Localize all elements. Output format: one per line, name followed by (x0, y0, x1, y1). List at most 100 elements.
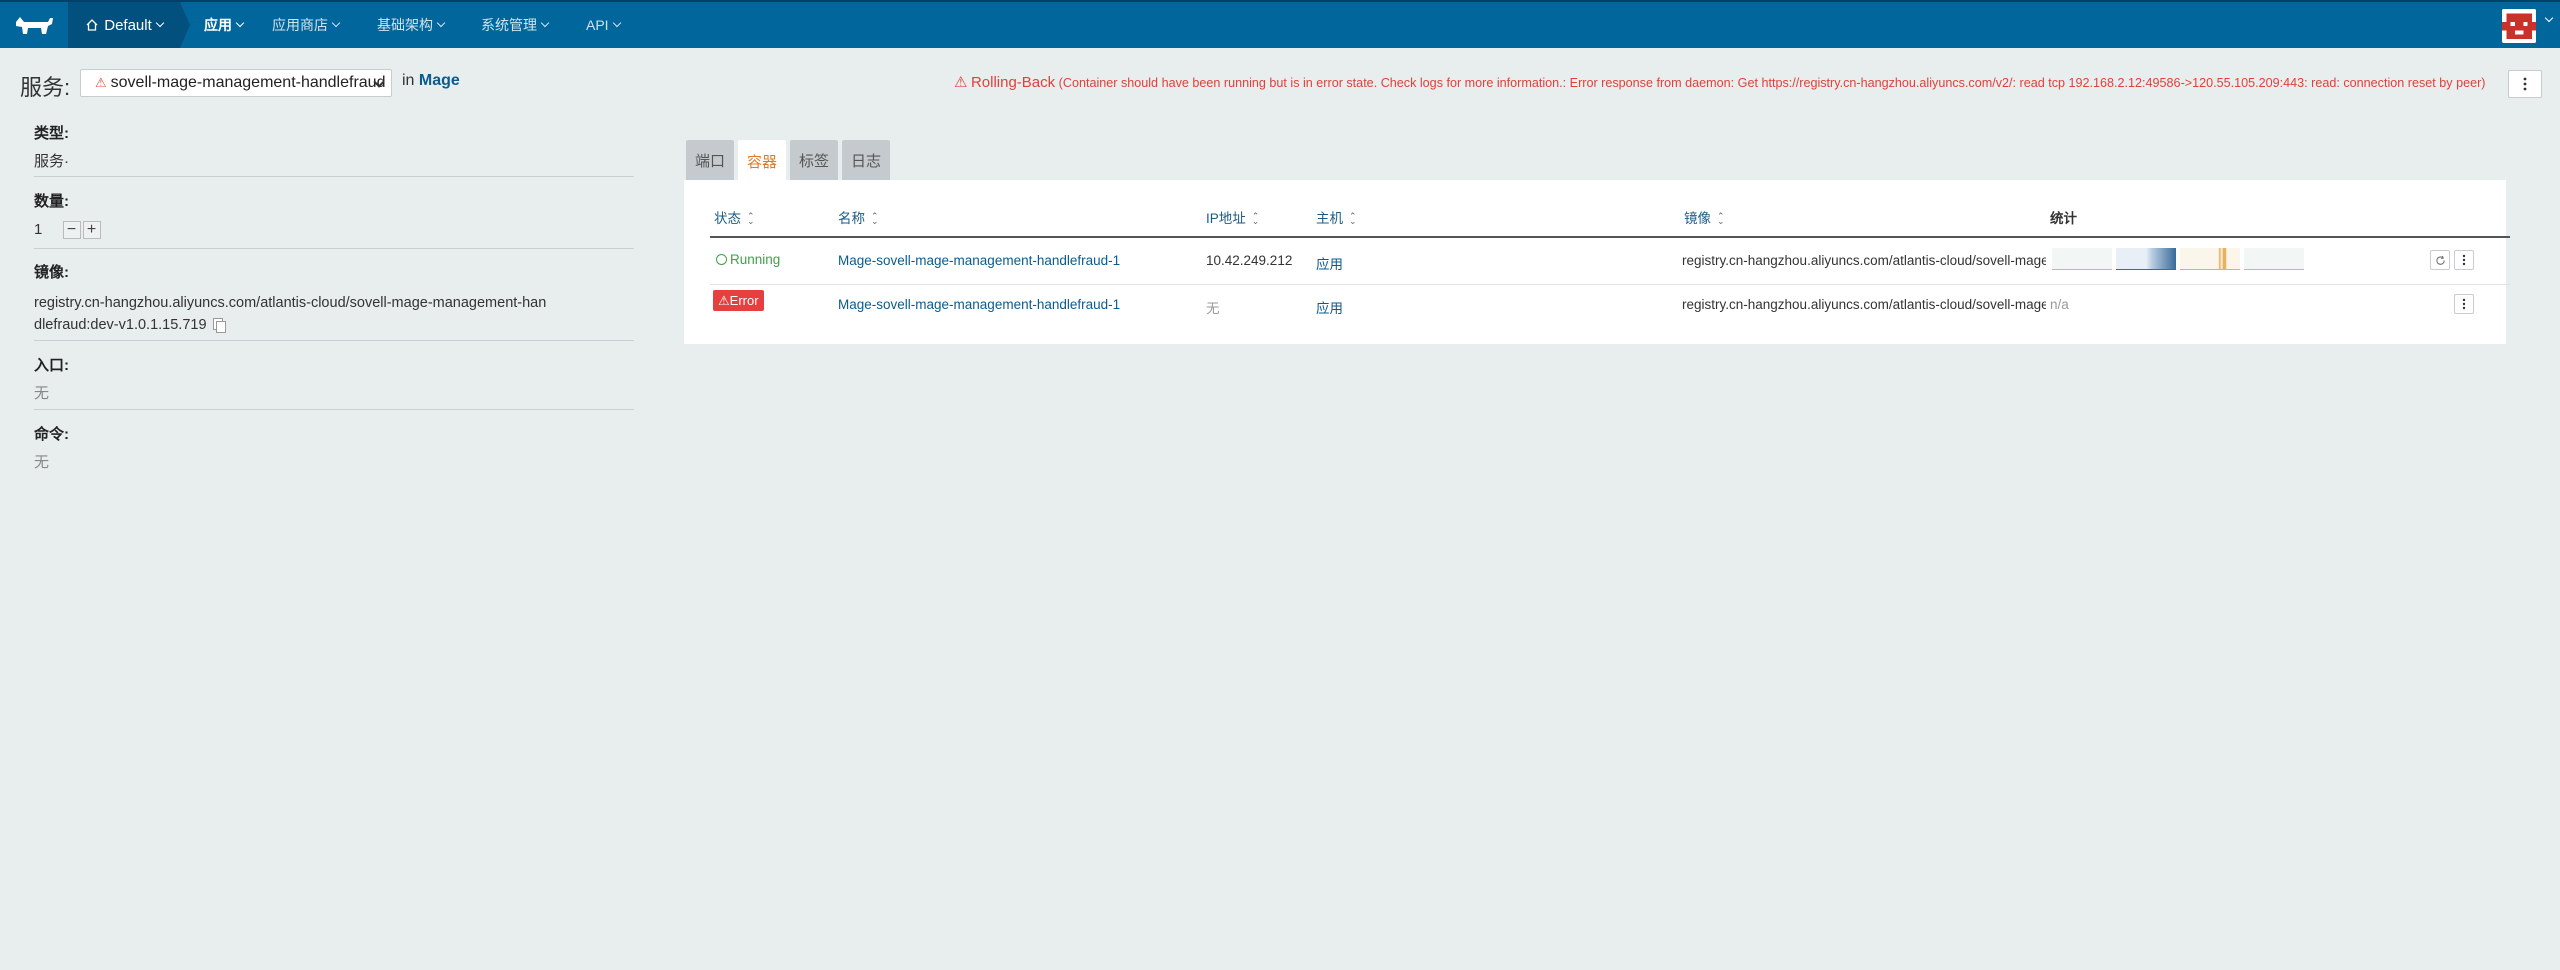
column-header-name[interactable]: 名称 ⌃ ⌄ (838, 207, 879, 227)
info-scale: 数量: 1 − + (34, 190, 634, 241)
tab-logs[interactable]: 日志 (842, 140, 890, 180)
chevron-down-icon (540, 18, 550, 28)
header-label: 主机 (1316, 211, 1343, 226)
column-header-state[interactable]: 状态 ⌃ ⌄ (714, 207, 755, 227)
user-avatar[interactable] (2502, 9, 2536, 43)
image-label: 镜像: (34, 264, 69, 281)
storage-sparkline (2244, 248, 2304, 270)
stack-link[interactable]: Mage (419, 72, 460, 89)
container-name-link[interactable]: Mage-sovell-mage-management-handlefraud-… (838, 253, 1120, 268)
divider (34, 176, 634, 177)
chevron-down-icon (436, 18, 446, 28)
info-command: 命令: 无 (34, 423, 634, 474)
sort-icon: ⌃ ⌄ (1349, 211, 1357, 227)
column-header-host[interactable]: 主机 ⌃ ⌄ (1316, 207, 1357, 227)
environment-label: Default (104, 16, 152, 34)
divider (34, 409, 634, 410)
top-nav: Default 应用 应用商店 基础架构 系统管理 API (0, 0, 2560, 48)
container-ip: 10.42.249.212 (1206, 253, 1293, 268)
nav-item-label: 应用商店 (272, 17, 328, 33)
stack-label: in Mage (402, 72, 460, 90)
rancher-logo-icon[interactable] (12, 14, 56, 38)
info-image: 镜像: registry.cn-hangzhou.aliyuncs.com/at… (34, 261, 634, 336)
chevron-down-icon (235, 18, 245, 28)
restart-button[interactable] (2430, 250, 2450, 270)
network-sparkline (2180, 248, 2240, 270)
avatar-icon (2502, 9, 2536, 43)
service-name: sovell-mage-management-handlefraud (110, 74, 386, 91)
image-value-row: registry.cn-hangzhou.aliyuncs.com/atlant… (34, 292, 554, 336)
tab-ports[interactable]: 端口 (686, 140, 734, 180)
warning-icon: ⚠ (95, 75, 107, 90)
containers-panel: 状态 ⌃ ⌄ 名称 ⌃ ⌄ IP地址 ⌃ ⌄ 主机 ⌃ ⌄ 镜像 ⌃ ⌄ 统计 Running Ma… (684, 180, 2510, 344)
scale-row: 1 − + (34, 219, 634, 241)
sort-icon: ⌃ ⌄ (747, 211, 755, 227)
tab-containers[interactable]: 容器 (738, 140, 786, 182)
container-actions-button[interactable] (2454, 250, 2474, 270)
command-label: 命令: (34, 426, 69, 443)
page-title: 服务: (20, 75, 71, 100)
increment-button[interactable]: + (82, 221, 101, 240)
container-state-error: ⚠Error (713, 290, 764, 311)
warning-icon: ⚠ (718, 293, 730, 308)
container-host-link[interactable]: 应用 (1316, 297, 1343, 317)
sort-icon: ⌃ ⌄ (1251, 211, 1260, 227)
stats-na: n/a (2050, 297, 2069, 312)
command-value: 无 (34, 454, 50, 471)
chevron-down-icon[interactable] (2544, 13, 2554, 23)
sort-icon: ⌃ ⌄ (1717, 211, 1725, 227)
nav-item-catalog[interactable]: 应用商店 (272, 2, 341, 48)
nav-item-label: API (586, 17, 609, 33)
alert-detail: (Container should have been running but … (1058, 76, 2486, 90)
chevron-down-icon (331, 18, 341, 28)
state-label: Running (730, 252, 781, 267)
container-image: registry.cn-hangzhou.aliyuncs.com/atlant… (1682, 253, 2046, 268)
column-header-stats: 统计 (2050, 211, 2077, 226)
column-header-image[interactable]: 镜像 ⌃ ⌄ (1684, 207, 1725, 227)
nav-item-admin[interactable]: 系统管理 (481, 2, 550, 48)
state-label: Error (729, 293, 759, 308)
home-icon (86, 19, 98, 31)
type-label: 类型: (34, 125, 69, 142)
refresh-icon (2435, 255, 2445, 265)
nav-item-api[interactable]: API (586, 2, 621, 48)
column-header-ip[interactable]: IP地址 ⌃ ⌄ (1206, 207, 1260, 227)
warning-icon: ⚠ (954, 74, 968, 91)
container-host-link[interactable]: 应用 (1316, 253, 1343, 273)
image-value: registry.cn-hangzhou.aliyuncs.com/atlant… (34, 295, 547, 333)
divider (34, 248, 634, 249)
container-image: registry.cn-hangzhou.aliyuncs.com/atlant… (1682, 297, 2046, 312)
nav-item-label: 应用 (204, 17, 232, 33)
decrement-button[interactable]: − (62, 221, 81, 240)
more-vertical-icon (2462, 298, 2466, 310)
in-prefix: in (402, 72, 415, 89)
container-ip: 无 (1206, 301, 1220, 316)
chevron-down-icon (612, 18, 621, 28)
container-name-link[interactable]: Mage-sovell-mage-management-handlefraud-… (838, 297, 1120, 312)
scale-label: 数量: (34, 193, 69, 210)
sort-icon: ⌃ ⌄ (871, 211, 879, 227)
info-type: 类型: 服务· (34, 122, 634, 173)
header-label: IP地址 (1206, 211, 1246, 226)
service-actions-button[interactable] (2508, 70, 2542, 98)
nav-item-apps[interactable]: 应用 (204, 2, 245, 48)
tab-labels[interactable]: 标签 (790, 140, 838, 180)
copy-icon[interactable] (212, 318, 226, 334)
info-entry: 入口: 无 (34, 354, 634, 405)
scale-value: 1 (34, 221, 43, 238)
scale-stepper: − + (62, 221, 101, 240)
chevron-down-icon (155, 18, 165, 28)
alert-state: Rolling-Back (970, 74, 1056, 91)
more-vertical-icon (2462, 254, 2466, 266)
row-divider (710, 284, 2510, 285)
nav-item-infrastructure[interactable]: 基础架构 (377, 2, 446, 48)
header-label: 镜像 (1684, 211, 1711, 226)
container-actions-button[interactable] (2454, 294, 2474, 314)
cpu-sparkline (2052, 248, 2112, 270)
divider (34, 340, 634, 341)
header-label: 名称 (838, 211, 865, 226)
error-badge: ⚠Error (713, 290, 764, 311)
entry-label: 入口: (34, 357, 69, 374)
environment-switcher[interactable]: Default (68, 2, 190, 48)
service-select[interactable]: ⚠ sovell-mage-management-handlefraud (80, 69, 392, 97)
